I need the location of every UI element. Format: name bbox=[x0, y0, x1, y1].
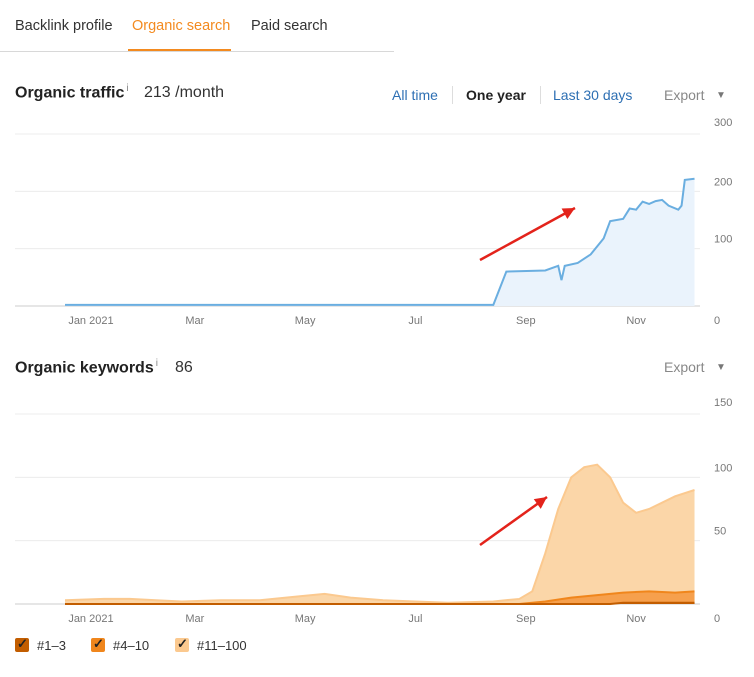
traffic-info-icon[interactable]: i bbox=[126, 83, 128, 94]
y-tick-label: 100 bbox=[714, 462, 732, 474]
annotation-arrow-head bbox=[533, 497, 547, 509]
traffic-export-button[interactable]: Export bbox=[664, 87, 704, 103]
x-tick-label: Mar bbox=[185, 613, 204, 625]
x-tick-label: Jan 2021 bbox=[68, 613, 113, 625]
x-tick-label: May bbox=[295, 315, 316, 327]
x-tick-label: Jul bbox=[408, 613, 422, 625]
range-separator bbox=[452, 86, 453, 104]
organic-traffic-chart: 300 200 100 0 Jan 2021 Mar May Jul Sep Nov bbox=[15, 117, 732, 327]
legend-checkbox-top3[interactable]: ✓ bbox=[15, 636, 29, 652]
range-one-year[interactable]: One year bbox=[466, 87, 526, 103]
y-tick-label: 150 bbox=[714, 397, 732, 409]
legend-checkbox-11-100[interactable]: ✓ bbox=[175, 636, 189, 652]
annotation-arrow-line bbox=[479, 206, 576, 262]
x-tick-label: Nov bbox=[626, 315, 646, 327]
y-tick-label: 100 bbox=[714, 234, 732, 246]
y-tick-label: 300 bbox=[714, 117, 732, 129]
x-tick-label: Sep bbox=[516, 613, 536, 625]
traffic-export-chevron-down-icon[interactable]: ▼ bbox=[716, 90, 726, 101]
legend-label-4-10[interactable]: #4–10 bbox=[113, 638, 149, 653]
traffic-title: Organic traffic i bbox=[15, 83, 129, 102]
y-tick-label: 50 bbox=[714, 526, 726, 538]
keywords-export-button[interactable]: Export bbox=[664, 359, 704, 375]
range-separator bbox=[540, 86, 541, 104]
tab-paid-search[interactable]: Paid search bbox=[251, 18, 328, 34]
series-area bbox=[65, 464, 695, 604]
x-tick-label: Mar bbox=[185, 315, 204, 327]
annotation-arrow-line bbox=[479, 495, 548, 547]
checkmark-icon: ✓ bbox=[17, 636, 28, 651]
tabs-divider bbox=[0, 51, 394, 52]
checkmark-icon: ✓ bbox=[93, 636, 104, 651]
x-tick-label: Jan 2021 bbox=[68, 315, 113, 327]
x-tick-label: Sep bbox=[516, 315, 536, 327]
traffic-value: 213 /month bbox=[144, 84, 225, 101]
x-tick-label: Nov bbox=[626, 613, 646, 625]
range-all-time[interactable]: All time bbox=[392, 87, 438, 103]
keywords-export-chevron-down-icon[interactable]: ▼ bbox=[716, 362, 726, 373]
legend-checkbox-4-10[interactable]: ✓ bbox=[91, 636, 105, 652]
legend-label-top3[interactable]: #1–3 bbox=[37, 638, 66, 653]
legend-label-11-100[interactable]: #11–100 bbox=[197, 638, 247, 653]
tab-organic-search[interactable]: Organic search bbox=[132, 18, 230, 34]
checkmark-icon: ✓ bbox=[177, 636, 188, 651]
tab-backlink-profile[interactable]: Backlink profile bbox=[15, 18, 113, 34]
traffic-title-text: Organic traffic bbox=[15, 84, 125, 102]
x-tick-label: May bbox=[295, 613, 316, 625]
keywords-title: Organic keywords i bbox=[15, 358, 158, 377]
range-last-30-days[interactable]: Last 30 days bbox=[553, 87, 632, 103]
y-tick-label: 200 bbox=[714, 176, 732, 188]
x-tick-label: Jul bbox=[408, 315, 422, 327]
y-tick-label: 0 bbox=[714, 315, 720, 327]
organic-keywords-chart: 150 100 50 0 Jan 2021 Mar May Jul Sep Nov bbox=[15, 397, 732, 625]
keywords-value: 86 bbox=[175, 359, 193, 376]
keywords-info-icon[interactable]: i bbox=[156, 358, 158, 369]
y-tick-label: 0 bbox=[714, 613, 720, 625]
report-tabs: Backlink profile Organic search Paid sea… bbox=[0, 0, 754, 52]
keywords-title-text: Organic keywords bbox=[15, 359, 154, 377]
